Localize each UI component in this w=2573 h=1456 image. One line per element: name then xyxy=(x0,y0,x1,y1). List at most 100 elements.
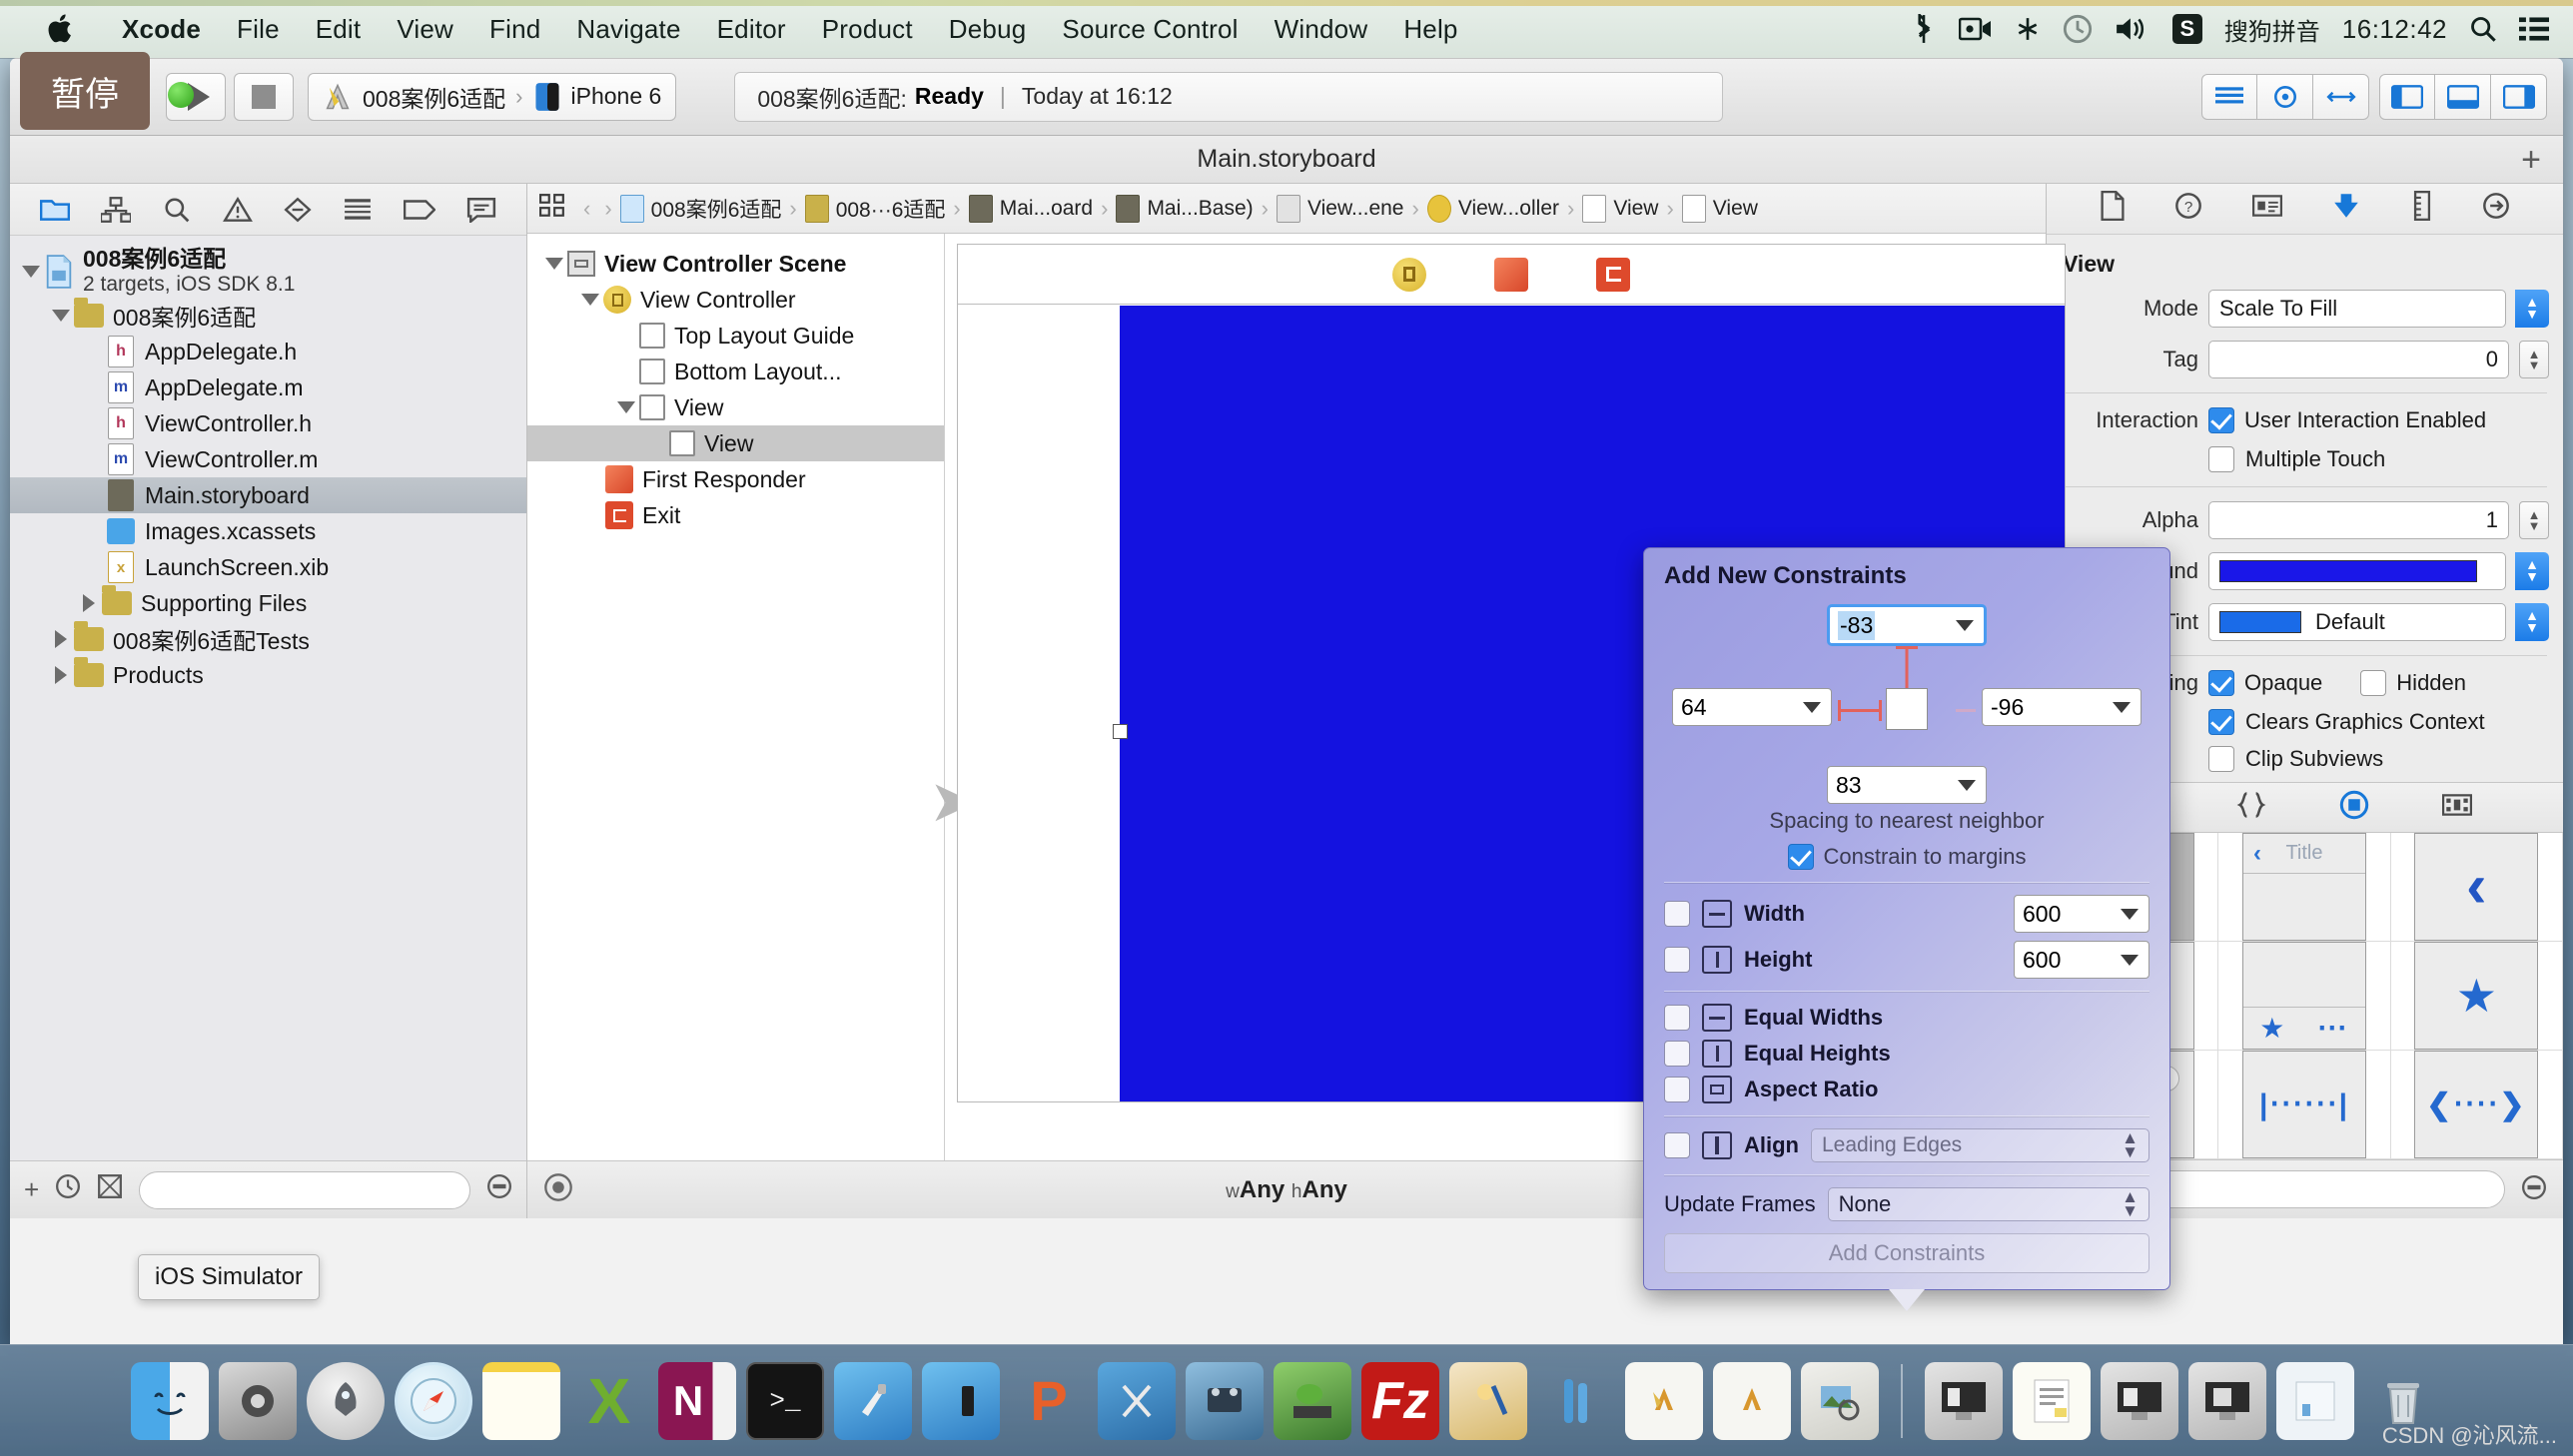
volume-icon[interactable] xyxy=(2115,15,2150,43)
library-cell[interactable]: |‧‧‧‧‧‧| xyxy=(2218,1051,2391,1160)
twisty-open-icon[interactable] xyxy=(48,310,74,322)
scheme-selector[interactable]: 008案例6适配 › iPhone 6 xyxy=(308,72,677,121)
navigator-tab-test[interactable] xyxy=(284,197,312,223)
menu-item-file[interactable]: File xyxy=(219,14,298,45)
menu-item-source-control[interactable]: Source Control xyxy=(1044,14,1256,45)
library-cell[interactable]: ★ xyxy=(2390,942,2563,1052)
filter-input[interactable] xyxy=(139,1170,470,1209)
safari-icon[interactable] xyxy=(395,1361,472,1440)
screen-window-3[interactable] xyxy=(2188,1361,2266,1440)
bottom-panel-toggle-icon[interactable] xyxy=(2435,73,2491,120)
screen-window-4[interactable] xyxy=(2276,1361,2354,1440)
related-items-icon[interactable] xyxy=(539,193,565,224)
chevron-down-icon[interactable] xyxy=(2113,701,2131,713)
tree-row-tests[interactable]: 008案例6适配Tests xyxy=(10,621,526,657)
menu-item-product[interactable]: Product xyxy=(804,14,931,45)
list-menu-icon[interactable] xyxy=(2519,16,2549,42)
multiple-touch-checkbox[interactable] xyxy=(2208,445,2234,472)
tab-bar-item-object[interactable]: ★ xyxy=(2414,942,2539,1051)
hidden-checkbox[interactable] xyxy=(2360,669,2387,696)
filter-icon[interactable] xyxy=(486,1173,512,1206)
menu-item-edit[interactable]: Edit xyxy=(298,14,380,45)
menu-item-xcode[interactable]: Xcode xyxy=(104,14,219,45)
view-controller-icon[interactable] xyxy=(1392,257,1426,292)
chevron-down-icon[interactable] xyxy=(2121,954,2139,966)
alpha-stepper[interactable]: ▲ ▼ xyxy=(2519,500,2549,539)
scissors-app-icon[interactable] xyxy=(1098,1361,1176,1440)
timemachine-clock-icon[interactable] xyxy=(2063,14,2093,44)
quick-help-icon[interactable]: ? xyxy=(2174,192,2202,225)
airplay-icon[interactable] xyxy=(2015,16,2041,42)
bluetooth-icon[interactable] xyxy=(1911,14,1937,44)
ime-badge-icon[interactable]: S xyxy=(2171,14,2202,44)
background-color-well[interactable] xyxy=(2208,551,2506,590)
excel-icon[interactable]: X xyxy=(570,1362,648,1440)
navigator-tab-report[interactable] xyxy=(466,197,496,223)
twisty-open-icon[interactable] xyxy=(577,294,603,306)
menu-item-window[interactable]: Window xyxy=(1257,14,1386,45)
twisty-closed-icon[interactable] xyxy=(48,666,74,684)
preview-icon[interactable] xyxy=(1801,1361,1879,1440)
menu-item-help[interactable]: Help xyxy=(1385,14,1475,45)
connections-inspector-icon[interactable] xyxy=(2482,192,2510,225)
chevron-updown-icon[interactable]: ▲ ▼ xyxy=(2515,602,2549,641)
size-class-indicator[interactable]: wAny hAny xyxy=(1226,1176,1347,1204)
tree-row-viewcontroller-h[interactable]: h ViewController.h xyxy=(10,405,526,441)
library-cell[interactable]: ❮‧‧‧‧❯ xyxy=(2390,1051,2563,1160)
add-editor-icon[interactable]: + xyxy=(2521,143,2541,177)
tree-row-appdelegate-h[interactable]: h AppDelegate.h xyxy=(10,334,526,369)
source-control-icon[interactable] xyxy=(97,1173,123,1206)
outline-row-top-layout-guide[interactable]: Top Layout Guide xyxy=(527,318,944,354)
menu-item-editor[interactable]: Editor xyxy=(699,14,804,45)
equal-widths-checkbox[interactable] xyxy=(1664,1005,1690,1031)
breadcrumb-item-controller[interactable]: View...oller xyxy=(1426,194,1559,223)
user-interaction-checkbox[interactable] xyxy=(2208,406,2234,433)
zoom-control-icon[interactable] xyxy=(543,1172,573,1207)
add-icon[interactable]: + xyxy=(24,1174,39,1205)
xcode-icon[interactable] xyxy=(834,1361,912,1440)
standard-editor-icon[interactable] xyxy=(2201,73,2257,120)
align-checkbox[interactable] xyxy=(1664,1132,1690,1158)
breadcrumb-item-storyboard[interactable]: Mai...oard xyxy=(968,194,1093,223)
tag-input[interactable]: 0 xyxy=(2208,340,2509,378)
menu-item-debug[interactable]: Debug xyxy=(931,14,1045,45)
fixed-space-bar-item-object[interactable]: |‧‧‧‧‧‧| xyxy=(2241,1051,2366,1159)
library-filter-icon[interactable] xyxy=(2521,1174,2547,1205)
aspect-ratio-checkbox[interactable] xyxy=(1664,1077,1690,1102)
tree-row-images-xcassets[interactable]: Images.xcassets xyxy=(10,513,526,549)
breadcrumb-item-scene[interactable]: View...ene xyxy=(1276,194,1404,223)
pages-icon[interactable]: P xyxy=(1010,1362,1088,1440)
apple-logo-icon[interactable] xyxy=(44,9,78,49)
navigator-tab-symbol[interactable] xyxy=(101,196,132,223)
chevron-updown-icon[interactable]: ▲ ▼ xyxy=(2515,289,2549,328)
launchpad-icon[interactable] xyxy=(307,1361,385,1440)
keynote-icon[interactable] xyxy=(1625,1361,1703,1440)
pause-overlay-button[interactable]: 暂停 xyxy=(20,52,150,130)
chevron-down-icon[interactable] xyxy=(1958,779,1976,791)
tree-row-main-storyboard[interactable]: Main.storyboard xyxy=(10,477,526,513)
tag-stepper[interactable]: ▲ ▼ xyxy=(2519,340,2549,378)
library-cell[interactable]: ‹ Title xyxy=(2218,833,2391,943)
object-library-icon[interactable] xyxy=(2339,790,2369,825)
left-constraint-field[interactable]: 64 xyxy=(1672,688,1832,726)
navigator-tab-issue[interactable] xyxy=(222,196,253,223)
navigator-tab-find[interactable] xyxy=(163,197,191,223)
outline-row-bottom-layout-guide[interactable]: Bottom Layout... xyxy=(527,354,944,389)
menu-item-navigate[interactable]: Navigate xyxy=(558,14,698,45)
terminal-icon[interactable]: >_ xyxy=(746,1361,824,1440)
twisty-closed-icon[interactable] xyxy=(76,594,102,612)
first-responder-icon[interactable] xyxy=(1494,257,1528,292)
height-value-field[interactable]: 600 xyxy=(2014,941,2149,979)
onenote-icon[interactable]: N xyxy=(658,1361,736,1440)
library-cell[interactable]: ★ ⋯ xyxy=(2218,942,2391,1052)
menubar-clock[interactable]: 16:12:42 xyxy=(2342,14,2447,45)
tree-row-launchscreen-xib[interactable]: x LaunchScreen.xib xyxy=(10,549,526,585)
navigation-bar-object[interactable]: ‹ Title xyxy=(2241,833,2366,942)
screen-window-2[interactable] xyxy=(2101,1361,2178,1440)
nav-forward-icon[interactable]: › xyxy=(604,196,611,222)
twisty-open-icon[interactable] xyxy=(541,258,567,270)
width-checkbox[interactable] xyxy=(1664,901,1690,927)
document-window[interactable] xyxy=(2013,1361,2091,1440)
outline-row-view-controller[interactable]: View Controller xyxy=(527,282,944,318)
breadcrumb-item-subview[interactable]: View xyxy=(1681,194,1758,223)
